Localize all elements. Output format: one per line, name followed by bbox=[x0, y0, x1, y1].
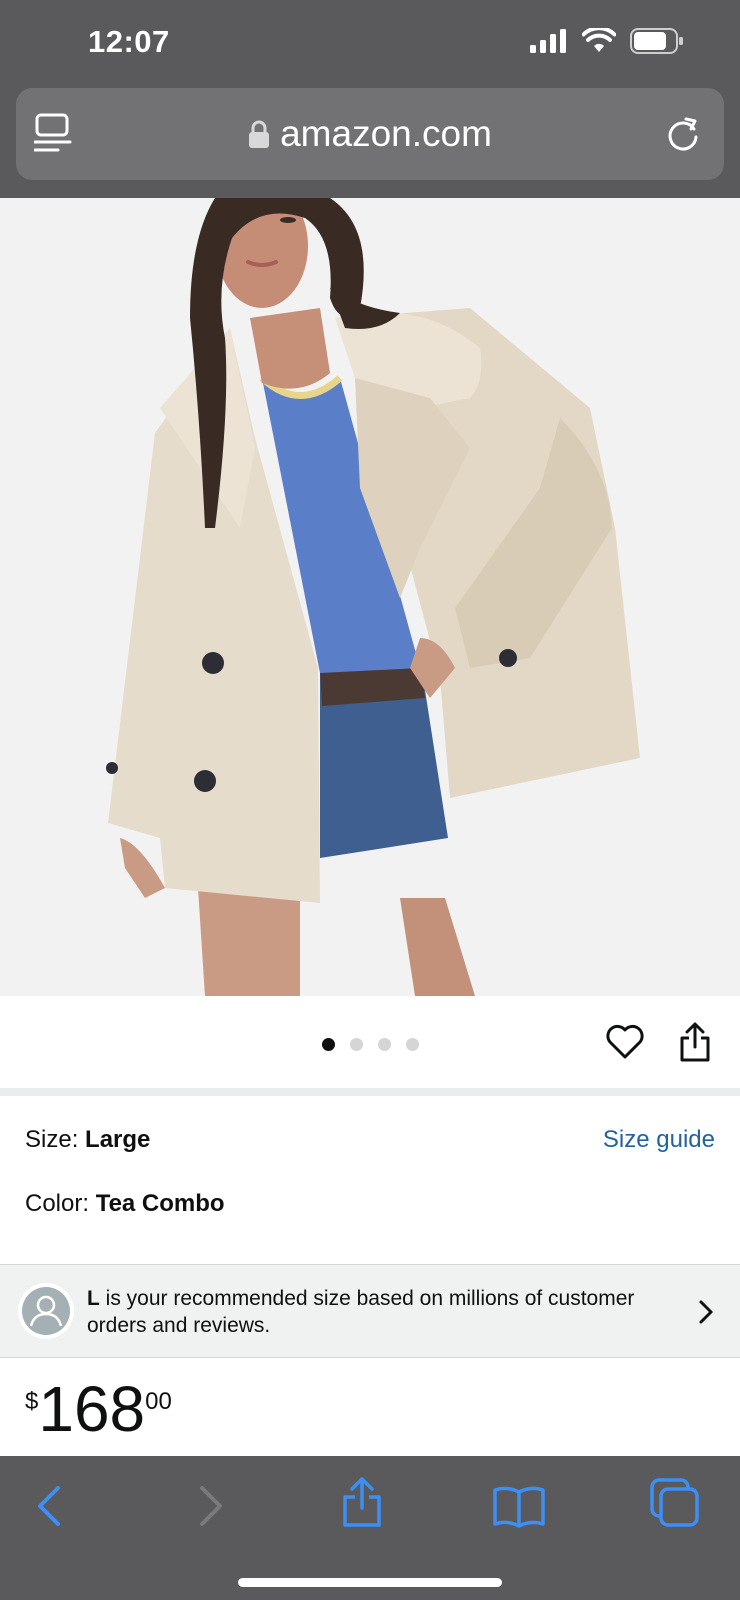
back-arrow-icon[interactable] bbox=[34, 1484, 64, 1528]
forward-arrow-icon[interactable] bbox=[196, 1484, 226, 1528]
browser-top-chrome: 12:07 amazon.com bbox=[0, 0, 740, 198]
product-price: $ 168 00 bbox=[25, 1376, 172, 1442]
size-label: Size: bbox=[25, 1126, 86, 1153]
pager-dot-1[interactable] bbox=[322, 1038, 335, 1051]
size-guide-link[interactable]: Size guide bbox=[603, 1126, 715, 1154]
heart-icon[interactable] bbox=[606, 1024, 644, 1060]
status-time: 12:07 bbox=[88, 24, 170, 59]
price-whole: 168 bbox=[38, 1373, 146, 1445]
avatar bbox=[18, 1283, 74, 1339]
book-icon[interactable] bbox=[492, 1484, 546, 1528]
wifi-icon bbox=[582, 28, 616, 52]
battery-icon bbox=[630, 28, 683, 54]
url-display[interactable]: amazon.com bbox=[16, 88, 724, 180]
price-currency: $ bbox=[25, 1388, 39, 1415]
address-bar[interactable]: amazon.com bbox=[16, 88, 724, 180]
chevron-right-icon[interactable] bbox=[698, 1299, 714, 1325]
reload-icon[interactable] bbox=[664, 115, 702, 153]
color-row: Color: Tea Combo bbox=[25, 1190, 225, 1218]
recommendation-text: L is your recommended size based on mill… bbox=[87, 1285, 687, 1339]
pager-dot-2[interactable] bbox=[350, 1038, 363, 1051]
recommended-size: L bbox=[87, 1287, 100, 1310]
color-value: Tea Combo bbox=[95, 1190, 225, 1217]
user-icon bbox=[22, 1287, 70, 1335]
share-icon[interactable] bbox=[678, 1022, 712, 1062]
lock-icon bbox=[249, 120, 270, 148]
share-icon[interactable] bbox=[340, 1476, 384, 1528]
image-pager-dots[interactable] bbox=[322, 1038, 419, 1051]
home-indicator[interactable] bbox=[238, 1578, 502, 1587]
url-text: amazon.com bbox=[280, 113, 492, 154]
size-recommendation-banner[interactable]: L is your recommended size based on mill… bbox=[0, 1264, 740, 1358]
color-label: Color: bbox=[25, 1190, 96, 1217]
image-pager-row bbox=[0, 996, 740, 1088]
size-row: Size: Large bbox=[25, 1126, 150, 1154]
status-icons bbox=[530, 28, 684, 54]
section-divider bbox=[0, 1088, 740, 1096]
product-image[interactable] bbox=[0, 198, 740, 996]
signal-icon bbox=[530, 29, 566, 53]
pager-dot-4[interactable] bbox=[406, 1038, 419, 1051]
recommendation-message: is your recommended size based on millio… bbox=[87, 1287, 635, 1337]
product-photo bbox=[0, 198, 740, 996]
pager-dot-3[interactable] bbox=[378, 1038, 391, 1051]
tabs-icon[interactable] bbox=[650, 1478, 700, 1528]
size-value: Large bbox=[85, 1126, 151, 1153]
price-fraction: 00 bbox=[145, 1388, 172, 1415]
